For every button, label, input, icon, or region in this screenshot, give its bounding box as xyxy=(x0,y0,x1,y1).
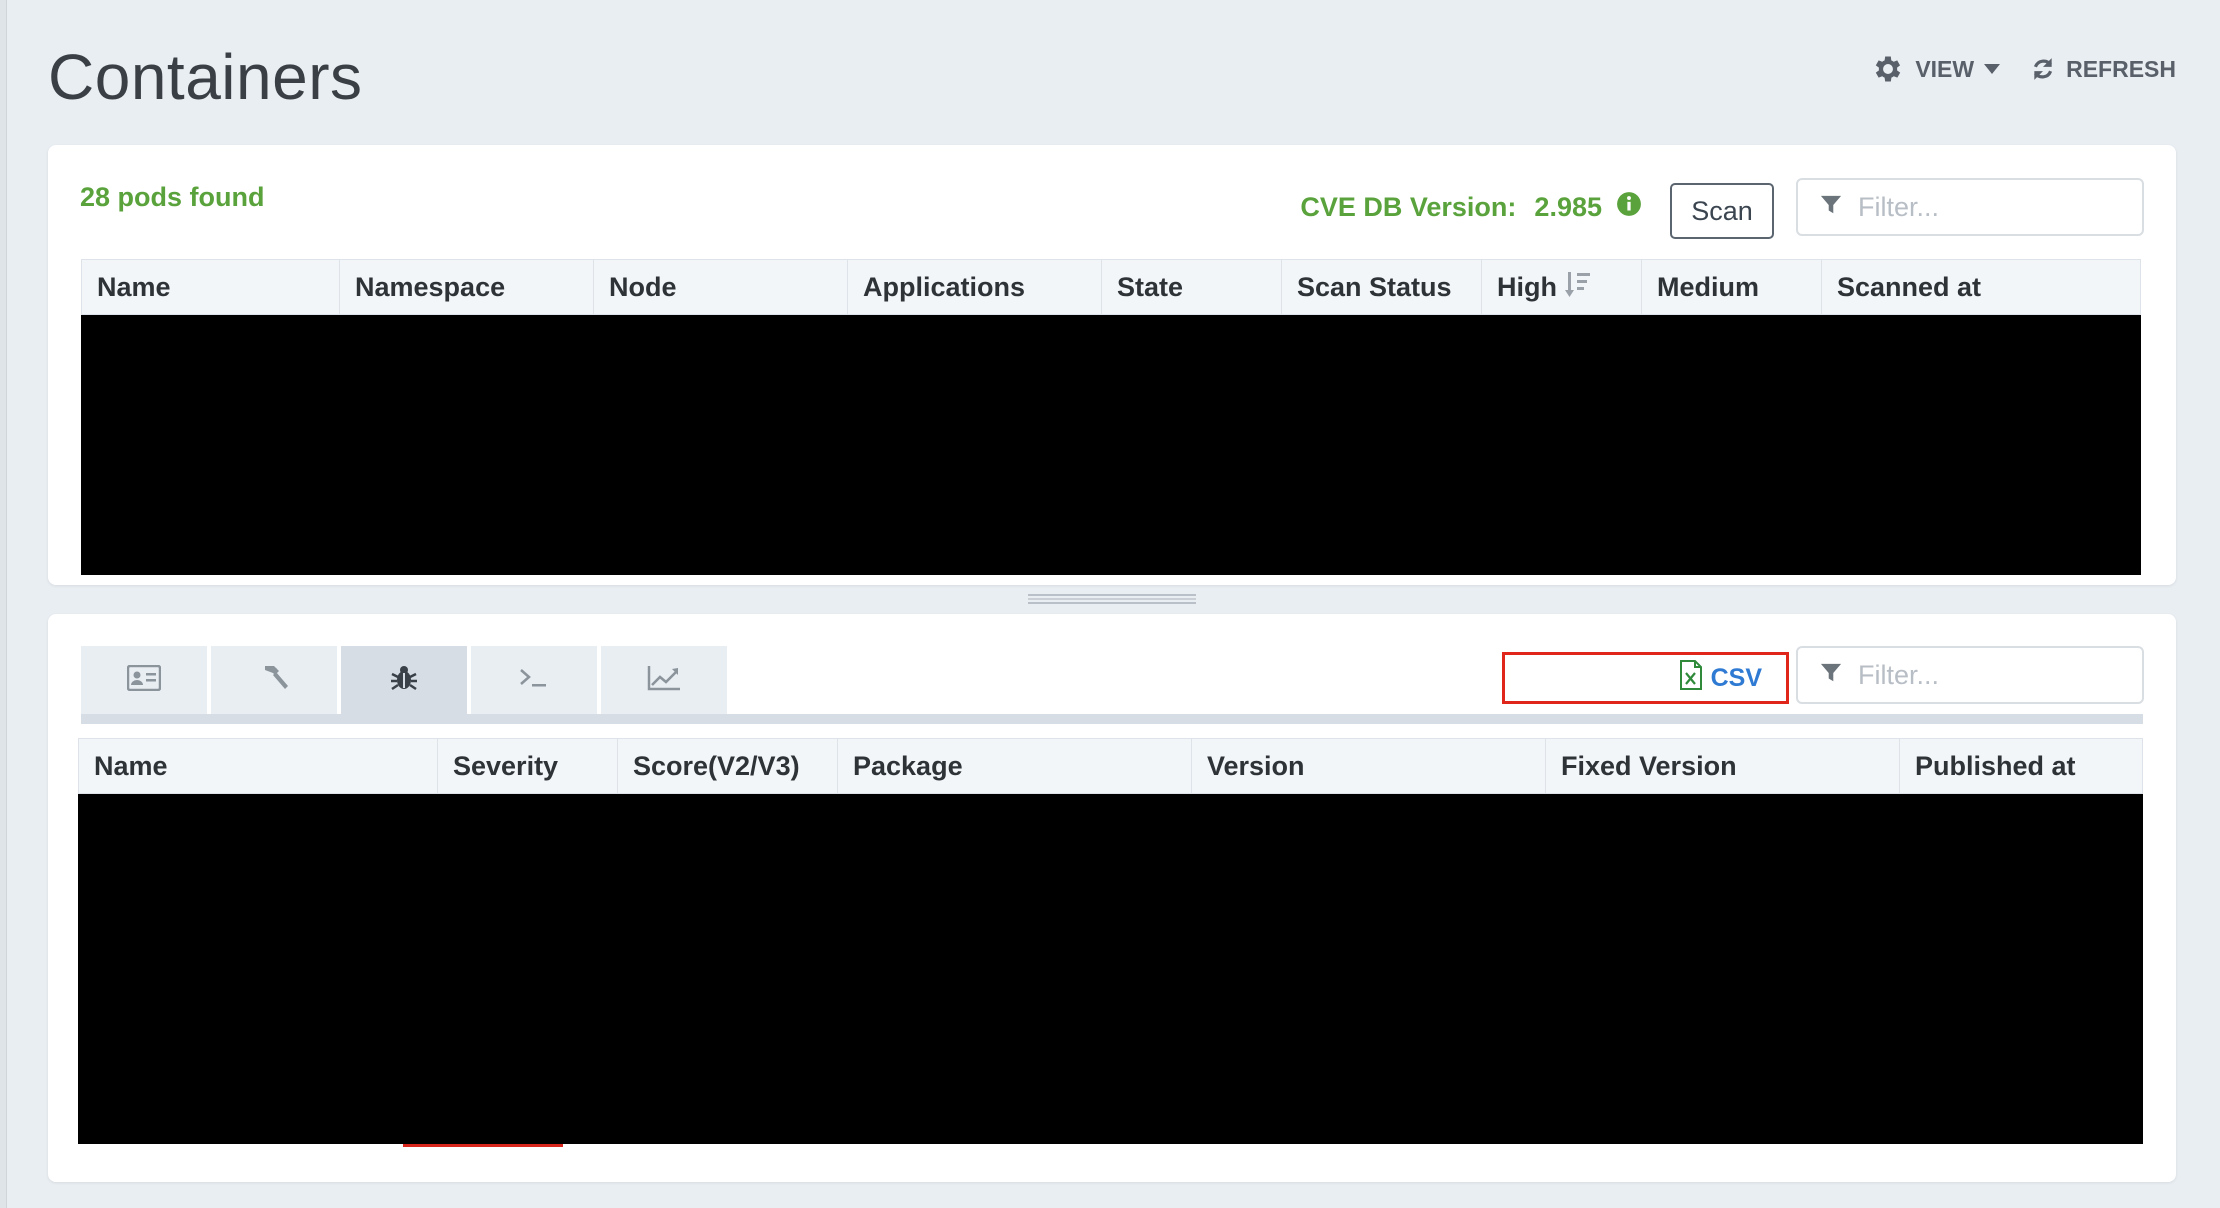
column-header-score[interactable]: Score(V2/V3) xyxy=(618,739,838,793)
column-header-state[interactable]: State xyxy=(1102,260,1282,314)
panel-resize-handle[interactable] xyxy=(1028,594,1196,604)
pods-table-body-redacted xyxy=(81,315,2141,575)
csv-label: CSV xyxy=(1710,663,1762,692)
column-header-package[interactable]: Package xyxy=(838,739,1192,793)
pods-found-count: 28 pods found xyxy=(80,182,265,212)
column-header-version[interactable]: Version xyxy=(1192,739,1546,793)
scan-button[interactable]: Scan xyxy=(1670,183,1774,239)
hammer-icon xyxy=(259,663,289,698)
tab-stats[interactable] xyxy=(601,646,727,714)
vulnerabilities-table-header: Name Severity Score(V2/V3) Package Versi… xyxy=(78,738,2143,794)
tab-build[interactable] xyxy=(211,646,337,714)
view-label: VIEW xyxy=(1915,55,1975,82)
column-header-node[interactable]: Node xyxy=(594,260,848,314)
column-header-published-at[interactable]: Published at xyxy=(1900,739,2142,793)
refresh-label: REFRESH xyxy=(2066,55,2176,82)
vulnerabilities-table: Name Severity Score(V2/V3) Package Versi… xyxy=(78,738,2143,1144)
pods-table: Name Namespace Node Applications State S… xyxy=(81,259,2141,575)
tab-vulnerabilities[interactable] xyxy=(341,646,467,714)
sort-descending-icon xyxy=(1565,270,1591,305)
column-header-applications[interactable]: Applications xyxy=(848,260,1102,314)
pods-table-header: Name Namespace Node Applications State S… xyxy=(81,259,2141,315)
pods-filter[interactable] xyxy=(1796,178,2144,236)
vulnerabilities-filter-input[interactable] xyxy=(1856,658,2110,692)
excel-file-icon xyxy=(1679,659,1703,697)
vulnerabilities-filter[interactable] xyxy=(1796,646,2144,704)
tab-console[interactable] xyxy=(471,646,597,714)
tab-details[interactable] xyxy=(81,646,207,714)
gear-icon xyxy=(1871,52,1905,86)
top-actions: VIEW REFRESH xyxy=(1871,52,2176,86)
view-button[interactable]: VIEW xyxy=(1871,52,2001,86)
pods-panel: 28 pods found CVE DB Version: 2.985 Scan… xyxy=(48,145,2176,585)
csv-export-button[interactable]: CSV xyxy=(1502,652,1789,704)
cve-db-value: 2.985 xyxy=(1534,192,1602,222)
column-header-name[interactable]: Name xyxy=(82,260,340,314)
column-header-name[interactable]: Name xyxy=(79,739,438,793)
pods-filter-input[interactable] xyxy=(1856,190,2110,224)
refresh-icon xyxy=(2030,56,2056,82)
cve-db-label: CVE DB Version: xyxy=(1300,192,1517,222)
column-header-high[interactable]: High xyxy=(1482,260,1642,314)
page-title: Containers xyxy=(48,41,363,113)
column-header-scanned-at[interactable]: Scanned at xyxy=(1822,260,2140,314)
filter-icon xyxy=(1820,194,1842,221)
column-header-medium[interactable]: Medium xyxy=(1642,260,1822,314)
details-tabs xyxy=(81,646,727,714)
vulnerabilities-table-body-redacted xyxy=(78,794,2143,1144)
info-icon[interactable] xyxy=(1616,191,1642,224)
column-header-scan-status[interactable]: Scan Status xyxy=(1282,260,1482,314)
caret-down-icon xyxy=(1984,64,2001,74)
terminal-icon xyxy=(519,667,549,694)
tabs-underline xyxy=(81,714,2143,724)
column-header-fixed-version[interactable]: Fixed Version xyxy=(1546,739,1900,793)
refresh-button[interactable]: REFRESH xyxy=(2030,56,2176,83)
cve-db-version: CVE DB Version: 2.985 xyxy=(1300,191,1642,224)
severity-indicator-bar xyxy=(403,1144,563,1147)
bug-icon xyxy=(389,663,419,698)
details-panel: CSV Name Severity Score(V2/V3) Package V… xyxy=(48,614,2176,1182)
id-card-icon xyxy=(126,664,162,696)
column-header-namespace[interactable]: Namespace xyxy=(340,260,594,314)
window-edge xyxy=(0,0,7,1208)
chart-line-icon xyxy=(647,665,681,696)
filter-icon xyxy=(1820,662,1842,689)
column-header-severity[interactable]: Severity xyxy=(438,739,618,793)
